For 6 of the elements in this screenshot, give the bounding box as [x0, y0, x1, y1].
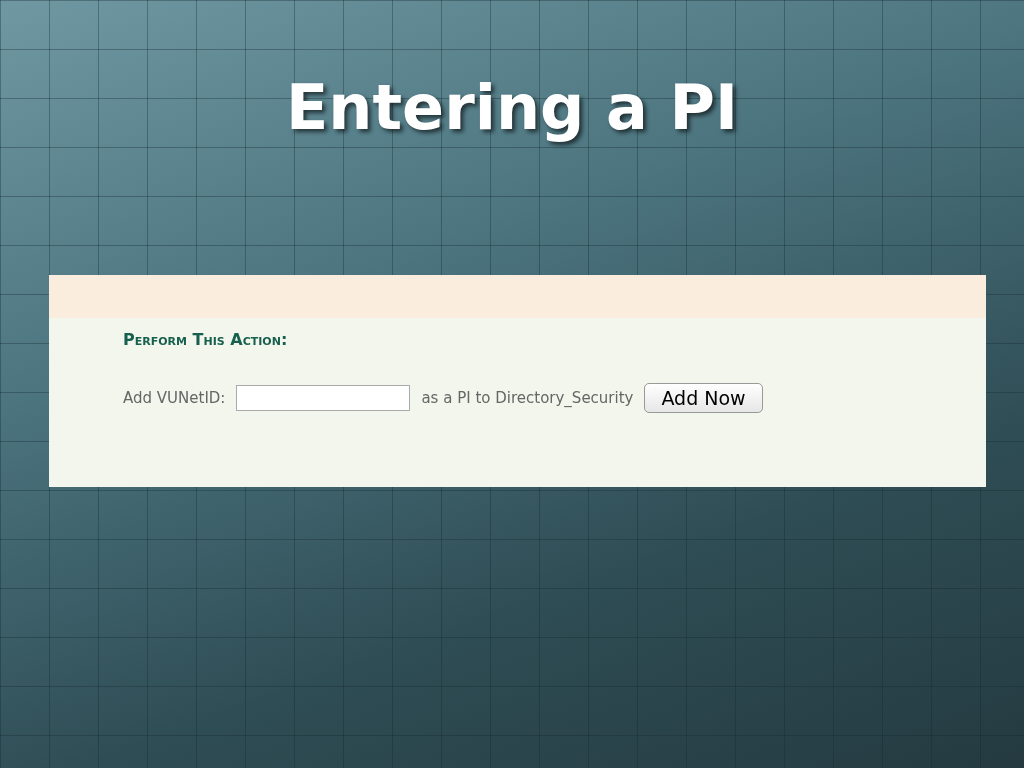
field-suffix: as a PI to Directory_Security	[421, 389, 634, 407]
slide-title: Entering a PI	[284, 70, 739, 146]
section-heading: Perform This Action:	[123, 330, 288, 349]
field-label: Add VUNetID:	[123, 389, 226, 407]
add-now-button[interactable]: Add Now	[644, 383, 763, 413]
vunetid-field[interactable]	[236, 385, 411, 411]
